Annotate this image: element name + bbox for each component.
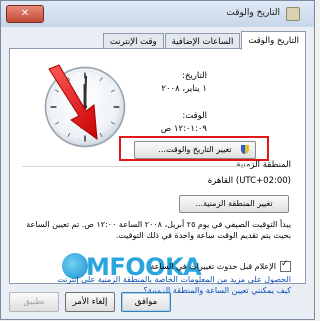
online-info-link[interactable]: الحصول على مزيد من المعلومات الخاصة بالم… xyxy=(57,275,291,284)
title-bar: ✕ التاريخ والوقت xyxy=(1,1,314,27)
tab-date-time[interactable]: التاريخ والوقت xyxy=(241,31,306,50)
close-button[interactable]: ✕ xyxy=(6,5,44,23)
clock-app-icon xyxy=(286,7,300,21)
time-value: ١٢:٠١:٠٩ ص xyxy=(160,124,207,134)
change-timezone-button[interactable]: تغيير المنطقة الزمنية... xyxy=(179,195,289,213)
tab-panel: التاريخ: ١ يناير، ٢٠٠٨ الوقت: ١٢:٠١:٠٩ ص… xyxy=(9,48,306,295)
dst-info-text: يبدأ التوقيت الصيفي في يوم ٢٥ أبريل، ٢٠٠… xyxy=(26,220,291,240)
date-label: التاريخ: xyxy=(182,71,207,81)
apply-button[interactable]: تطبيق xyxy=(9,292,59,312)
highlight-box xyxy=(119,136,269,161)
timezone-divider xyxy=(22,166,250,167)
timezone-value: (UTC+02:00) القاهرة xyxy=(207,176,291,186)
timezone-header: المنطقة الزمنية xyxy=(236,160,291,170)
date-value: ١ يناير، ٢٠٠٨ xyxy=(161,84,207,94)
notify-checkbox[interactable] xyxy=(280,259,291,272)
window-title: التاريخ والوقت xyxy=(226,8,280,18)
dialog-buttons: تطبيق إلغاء الأمر موافق xyxy=(9,292,171,312)
time-label: الوقت: xyxy=(182,111,207,121)
analog-clock xyxy=(44,66,126,148)
ok-button[interactable]: موافق xyxy=(121,292,171,312)
notify-row: الإعلام قبل حدوث تغييرات في الساعة xyxy=(150,259,291,272)
date-time-dialog: ✕ التاريخ والوقت التاريخ والوقت الساعات … xyxy=(0,0,315,320)
tab-strip: التاريخ والوقت الساعات الإضافية وقت الإن… xyxy=(102,31,306,50)
cancel-button[interactable]: إلغاء الأمر xyxy=(65,292,115,312)
notify-label: الإعلام قبل حدوث تغييرات في الساعة xyxy=(150,262,276,271)
